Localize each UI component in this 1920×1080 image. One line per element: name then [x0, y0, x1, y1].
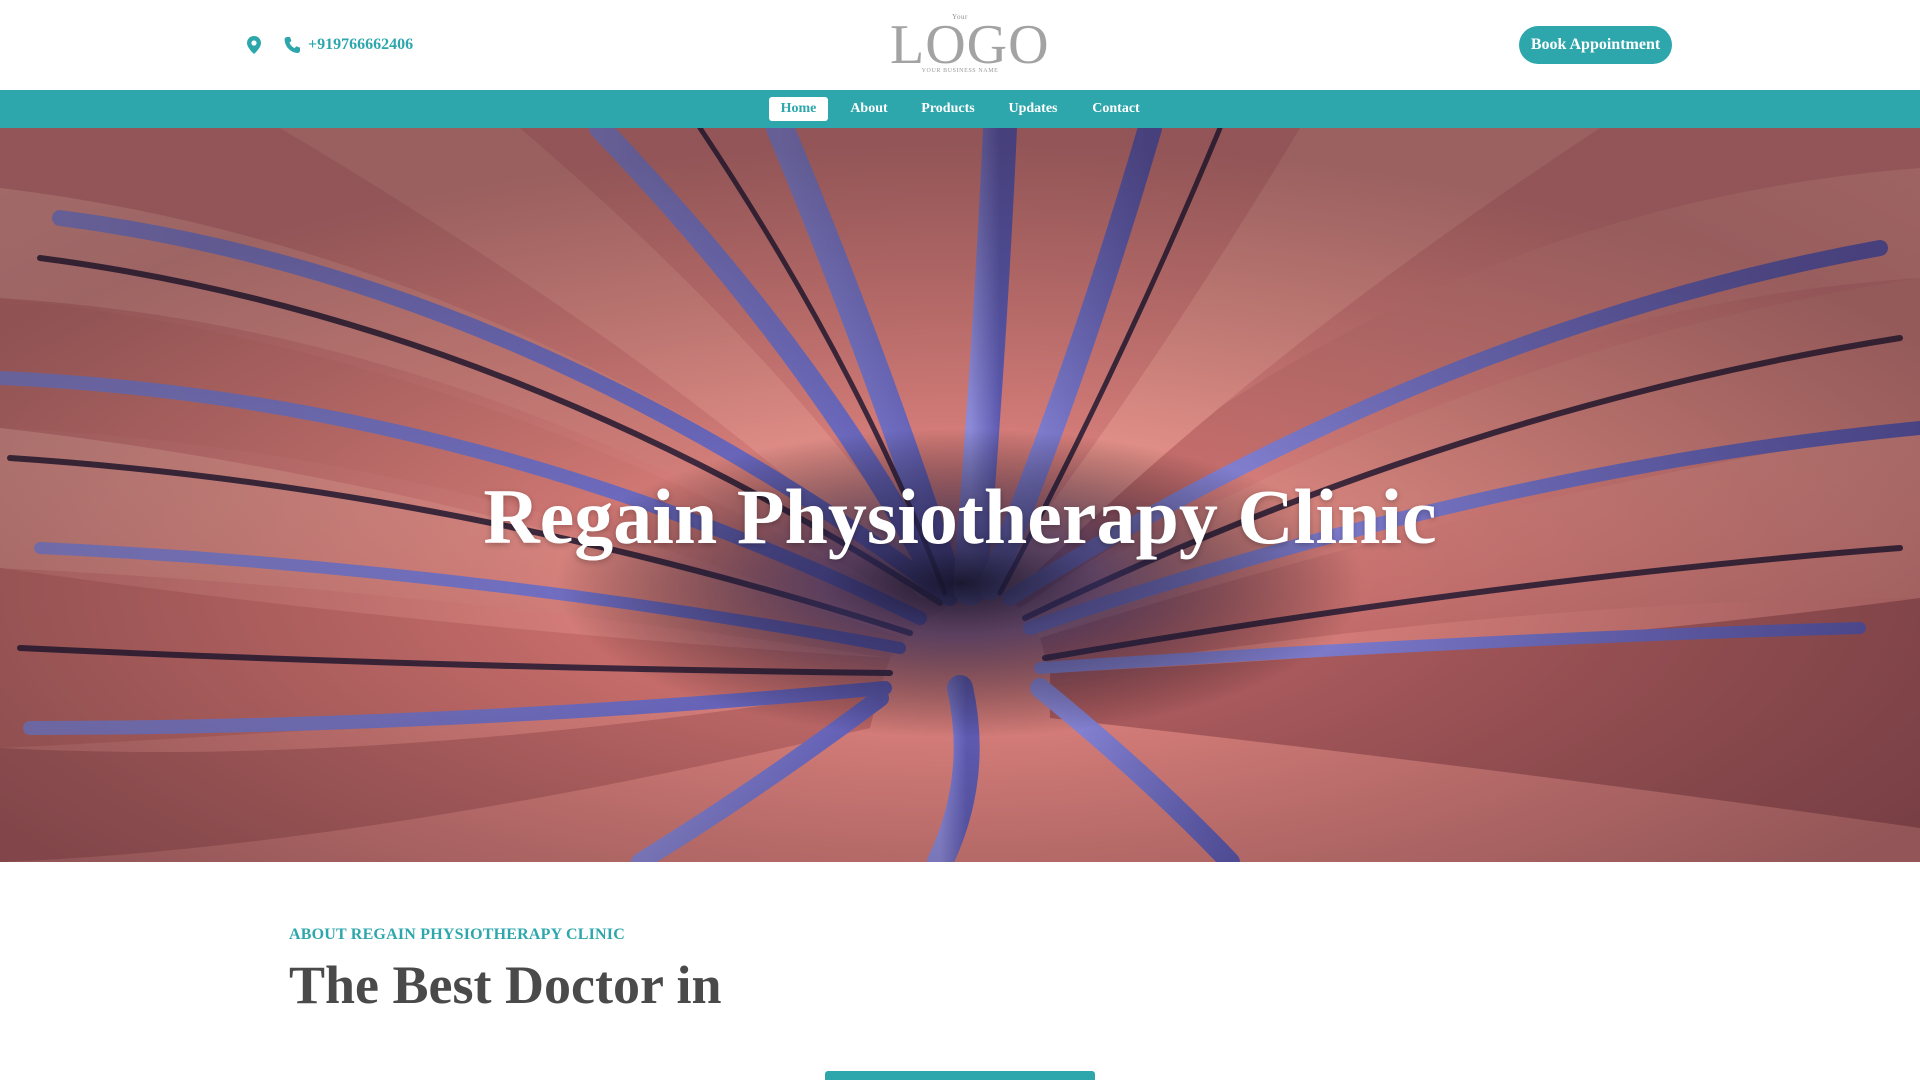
hero-title: Regain Physiotherapy Clinic [483, 473, 1437, 561]
main-navigation: Home About Products Updates Contact [0, 90, 1920, 128]
nav-item-home[interactable]: Home [769, 97, 828, 121]
contact-group: +919766662406 [244, 30, 413, 60]
nav-item-about[interactable]: About [842, 97, 896, 121]
site-logo[interactable]: Your LOGO YOUR BUSINESS NAME [890, 12, 1050, 78]
nav-item-products[interactable]: Products [912, 97, 984, 121]
logo-sub-text: YOUR BUSINESS NAME [921, 68, 999, 74]
about-kicker: ABOUT REGAIN PHYSIOTHERAPY CLINIC [289, 926, 625, 943]
nav-item-contact[interactable]: Contact [1083, 97, 1149, 121]
phone-icon [282, 34, 302, 56]
hero-banner: Regain Physiotherapy Clinic [0, 128, 1920, 862]
nav-list: Home About Products Updates Contact [0, 90, 1920, 128]
nav-item-updates[interactable]: Updates [998, 97, 1068, 121]
floating-action-bar[interactable] [825, 1071, 1095, 1080]
phone-number-link[interactable]: +919766662406 [308, 36, 413, 54]
map-pin-icon[interactable] [244, 34, 264, 56]
logo-main-text: LOGO [890, 14, 1050, 76]
book-appointment-button[interactable]: Book Appointment [1519, 26, 1672, 64]
about-heading: The Best Doctor in [289, 955, 722, 1015]
top-header: +919766662406 Your LOGO YOUR BUSINESS NA… [0, 0, 1920, 90]
